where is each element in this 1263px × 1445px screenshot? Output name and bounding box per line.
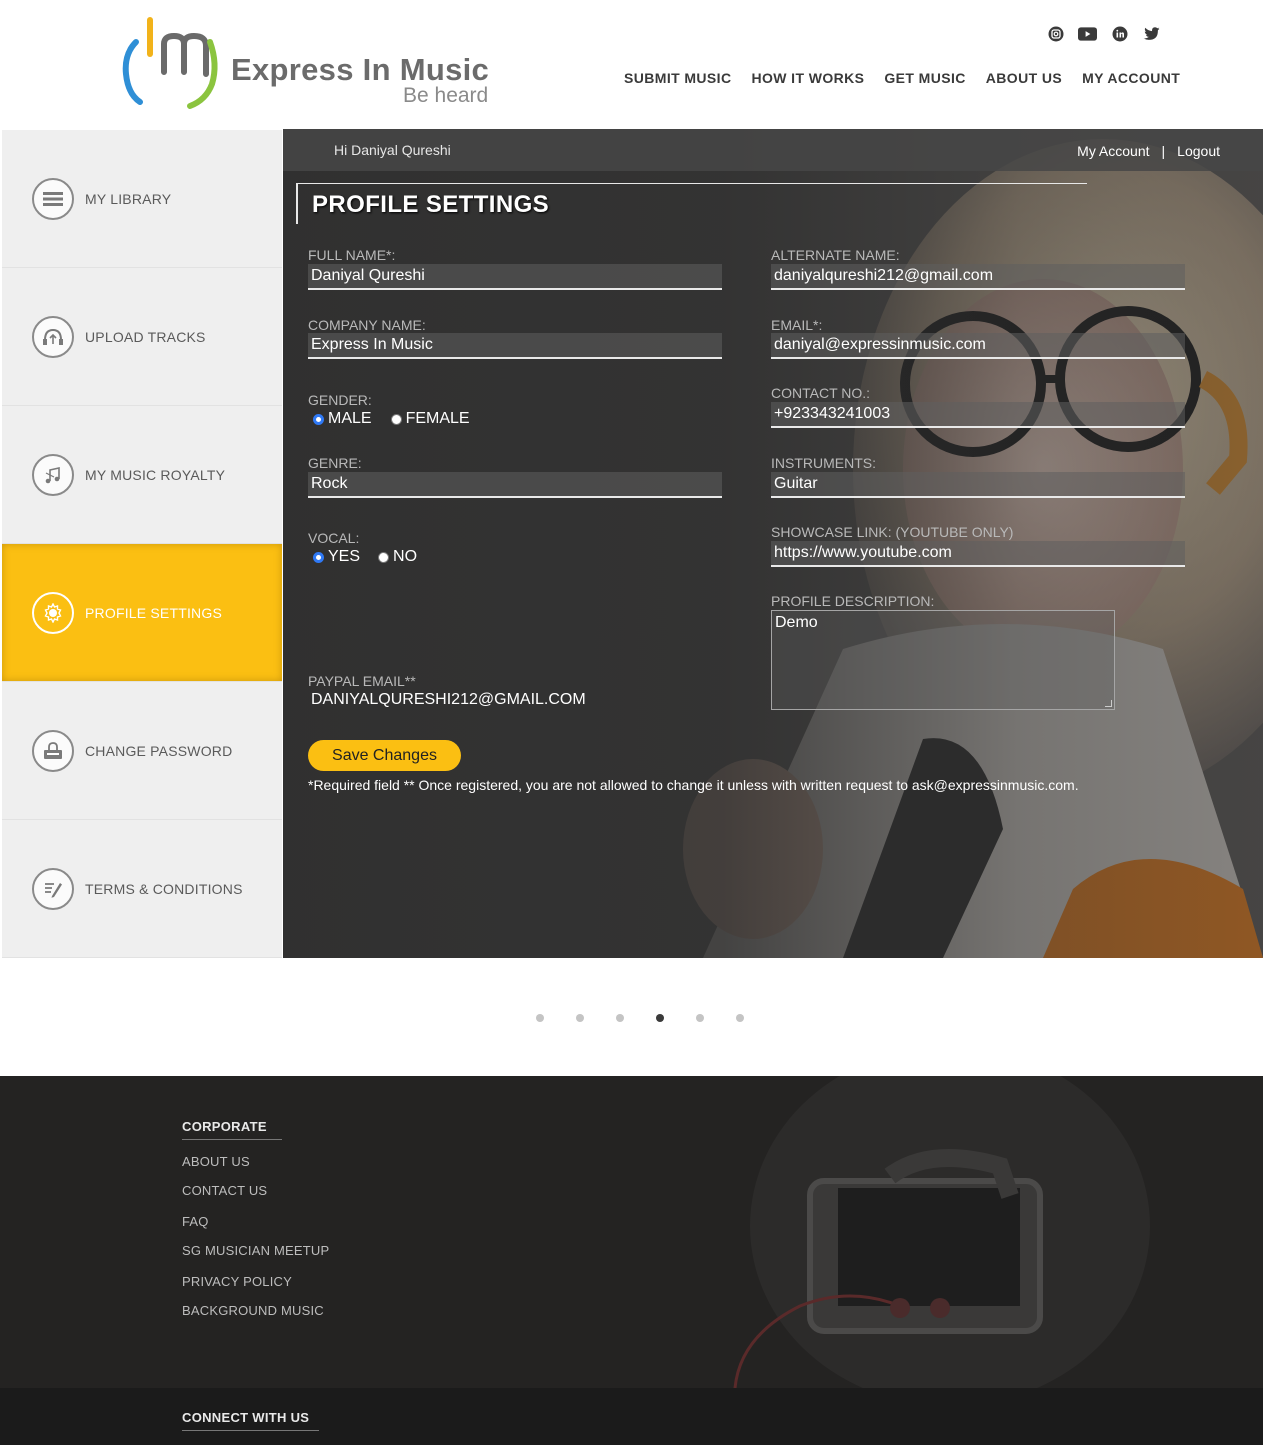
gender-label: GENDER: — [308, 392, 372, 408]
profile-description-text: Demo — [775, 614, 818, 631]
account-links: My Account | Logout — [1077, 143, 1220, 159]
alternate-name-label: ALTERNATE NAME: — [771, 247, 900, 263]
carousel-dot[interactable] — [616, 1014, 624, 1022]
footer-link-about-us[interactable]: ABOUT US — [182, 1154, 250, 1169]
account-sidebar: MY LIBRARY UPLOAD TRACKS MY MUSIC ROYALT… — [2, 130, 282, 958]
vocal-no-radio[interactable] — [378, 551, 390, 563]
carousel-dots — [536, 1014, 744, 1022]
linkedin-icon[interactable] — [1110, 24, 1129, 43]
sidebar-item-label: MY MUSIC ROYALTY — [85, 466, 226, 483]
footer-link-faq[interactable]: FAQ — [182, 1214, 209, 1229]
carousel-dot-active[interactable] — [656, 1014, 664, 1022]
nav-submit-music[interactable]: SUBMIT MUSIC — [624, 70, 731, 86]
vocal-yes-radio[interactable] — [313, 551, 324, 563]
required-note: *Required field ** Once registered, you … — [308, 777, 1079, 793]
lock-icon — [32, 729, 74, 772]
logo-title: Express In Music — [231, 52, 490, 87]
paypal-email-value: DANIYALQURESHI212@GMAIL.COM — [311, 691, 586, 708]
connect-divider — [182, 1430, 319, 1431]
full-name-label: FULL NAME*: — [308, 247, 396, 263]
vocal-label: VOCAL: — [308, 530, 360, 546]
vocal-options: YES NO — [313, 548, 417, 566]
save-changes-button[interactable]: Save Changes — [308, 740, 461, 771]
gender-options: MALE FEMALE — [313, 410, 470, 428]
royalty-icon — [32, 453, 74, 496]
sidebar-item-label: TERMS & CONDITIONS — [85, 880, 243, 897]
showcase-link-field[interactable] — [771, 541, 1185, 567]
library-icon — [32, 177, 74, 220]
title-frame: PROFILE SETTINGS — [296, 183, 1087, 224]
instagram-icon[interactable] — [1046, 24, 1065, 43]
site-header: Express In Music Be heard SUBMIT MUSIC H… — [0, 0, 1263, 128]
instruments-field[interactable] — [771, 472, 1185, 498]
vocal-yes-label: YES — [328, 548, 361, 565]
gender-male-radio[interactable] — [313, 413, 324, 425]
carousel-dot[interactable] — [736, 1014, 744, 1022]
carousel-dot[interactable] — [576, 1014, 584, 1022]
logo-tagline: Be heard — [403, 84, 489, 107]
paypal-email-label: PAYPAL EMAIL** — [308, 673, 416, 689]
page-title: PROFILE SETTINGS — [312, 191, 550, 218]
logout-link[interactable]: Logout — [1177, 143, 1220, 159]
my-account-link[interactable]: My Account — [1077, 143, 1149, 159]
alternate-name-field[interactable] — [771, 264, 1185, 290]
panel-topbar: Hi Daniyal Qureshi My Account | Logout — [283, 129, 1263, 171]
showcase-link-label: SHOWCASE LINK: (YOUTUBE ONLY) — [771, 524, 1014, 540]
profile-settings-icon — [32, 591, 74, 634]
youtube-icon[interactable] — [1078, 24, 1097, 43]
sidebar-item-profile-settings[interactable]: PROFILE SETTINGS — [2, 544, 282, 682]
terms-icon — [32, 867, 74, 910]
sidebar-item-label: PROFILE SETTINGS — [85, 604, 222, 621]
link-separator: | — [1161, 143, 1166, 159]
sidebar-item-terms-conditions[interactable]: TERMS & CONDITIONS — [2, 820, 282, 958]
footer-link-background-music[interactable]: BACKGROUND MUSIC — [182, 1303, 324, 1318]
vocal-no-label: NO — [393, 548, 418, 565]
site-logo[interactable]: Express In Music Be heard — [118, 14, 518, 114]
footer-link-contact-us[interactable]: CONTACT US — [182, 1183, 267, 1198]
instruments-label: INSTRUMENTS: — [771, 455, 876, 471]
sidebar-item-my-music-royalty[interactable]: MY MUSIC ROYALTY — [2, 406, 282, 544]
carousel-dot[interactable] — [536, 1014, 544, 1022]
sidebar-item-label: CHANGE PASSWORD — [85, 742, 233, 759]
profile-description-field[interactable]: Demo — [771, 610, 1115, 710]
email-field[interactable] — [771, 333, 1185, 359]
sidebar-item-label: MY LIBRARY — [85, 190, 172, 207]
full-name-field[interactable] — [308, 264, 722, 290]
main-nav: SUBMIT MUSIC HOW IT WORKS GET MUSIC ABOU… — [624, 70, 1180, 86]
footer-link-sg-musician-meetup[interactable]: SG MUSICIAN MEETUP — [182, 1243, 329, 1258]
gender-female-label: FEMALE — [405, 410, 470, 427]
sidebar-item-change-password[interactable]: CHANGE PASSWORD — [2, 682, 282, 820]
footer-link-privacy-policy[interactable]: PRIVACY POLICY — [182, 1274, 292, 1289]
site-footer: CORPORATE ABOUT US CONTACT US FAQ SG MUS… — [0, 1076, 1263, 1445]
twitter-icon[interactable] — [1142, 24, 1161, 43]
nav-get-music[interactable]: GET MUSIC — [884, 70, 965, 86]
genre-field[interactable] — [308, 472, 722, 498]
user-greeting: Hi Daniyal Qureshi — [334, 142, 451, 158]
profile-settings-panel: Hi Daniyal Qureshi My Account | Logout P… — [283, 129, 1263, 958]
contact-field[interactable] — [771, 402, 1185, 428]
social-links — [1046, 24, 1161, 43]
email-label: EMAIL*: — [771, 317, 823, 333]
logo-mark-icon — [122, 17, 218, 109]
upload-tracks-icon — [32, 315, 74, 358]
nav-about-us[interactable]: ABOUT US — [986, 70, 1062, 86]
nav-my-account[interactable]: MY ACCOUNT — [1082, 70, 1180, 86]
company-name-label: COMPANY NAME: — [308, 317, 426, 333]
carousel-dot[interactable] — [696, 1014, 704, 1022]
company-name-field[interactable] — [308, 333, 722, 359]
profile-description-label: PROFILE DESCRIPTION: — [771, 593, 935, 609]
connect-title: CONNECT WITH US — [182, 1410, 310, 1425]
corporate-divider — [182, 1139, 282, 1140]
corporate-title: CORPORATE — [182, 1119, 267, 1134]
genre-label: GENRE: — [308, 455, 362, 471]
sidebar-item-upload-tracks[interactable]: UPLOAD TRACKS — [2, 268, 282, 406]
nav-how-it-works[interactable]: HOW IT WORKS — [751, 70, 864, 86]
gender-female-radio[interactable] — [390, 413, 402, 425]
sidebar-item-my-library[interactable]: MY LIBRARY — [2, 130, 282, 268]
gender-male-label: MALE — [328, 410, 372, 427]
sidebar-item-label: UPLOAD TRACKS — [85, 328, 206, 345]
resize-grip-icon[interactable] — [1105, 700, 1112, 707]
contact-label: CONTACT NO.: — [771, 385, 871, 401]
